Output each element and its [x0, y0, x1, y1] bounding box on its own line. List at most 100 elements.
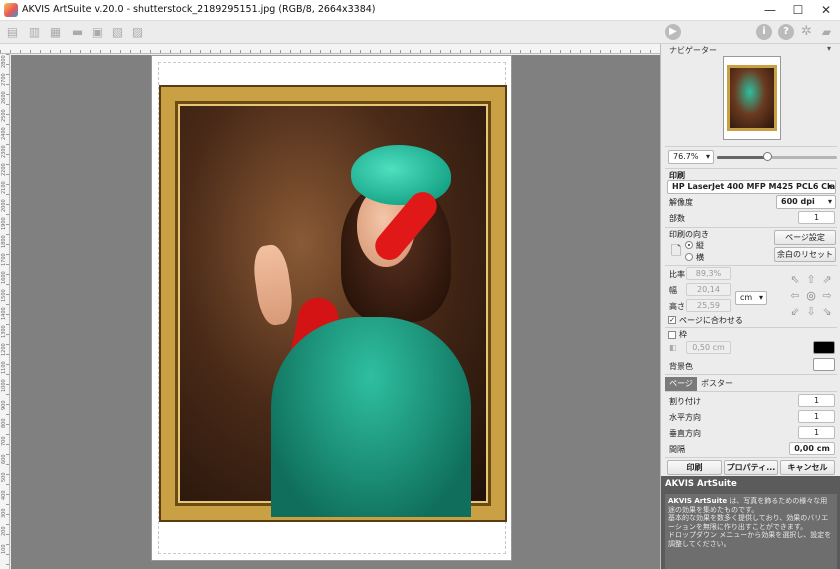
ruler-tick-label: 1300	[1, 325, 7, 338]
properties-button[interactable]: プロパティ...	[724, 460, 778, 475]
ruler-tick-label: 2000	[1, 199, 7, 212]
scale-label: 比率	[669, 270, 685, 279]
landscape-label: 横	[696, 253, 704, 262]
scale-input[interactable]: 89,3%	[686, 267, 731, 280]
align-left-icon[interactable]: ⇦	[789, 290, 801, 302]
landscape-radio[interactable]	[685, 253, 693, 261]
horizontal-input[interactable]: 1	[798, 410, 835, 423]
frame-label: 枠	[679, 330, 687, 339]
minimize-button[interactable]: —	[756, 0, 784, 21]
page-icon: 🗋	[671, 244, 682, 259]
pages-label: 割り付け	[669, 397, 701, 406]
printer-select[interactable]: HP LaserJet 400 MFP M425 PCL6 Class Driv…	[667, 180, 836, 194]
navigator-thumbnail[interactable]	[723, 56, 781, 140]
ruler-tick-label: 2300	[1, 145, 7, 158]
ruler-tick-label: 2400	[1, 127, 7, 140]
ruler-tick-label: 1100	[1, 361, 7, 374]
vertical-ruler: 2800 2700 2600 2500 2400 2300 2200 2100 2000 1900…	[0, 54, 10, 569]
horizontal-ruler	[0, 44, 660, 54]
align-bottom-left-icon[interactable]: ⇙	[789, 306, 801, 318]
ruler-tick-label: 2700	[1, 73, 7, 86]
info-title: AKVIS ArtSuite	[665, 479, 737, 489]
align-right-icon[interactable]: ⇨	[821, 290, 833, 302]
height-input[interactable]: 25,59	[686, 299, 731, 312]
vertical-input[interactable]: 1	[798, 426, 835, 439]
run-icon[interactable]: ▶	[665, 24, 681, 40]
ruler-tick-label: 200	[1, 526, 7, 536]
divider	[665, 327, 837, 328]
align-bottom-right-icon[interactable]: ⇘	[821, 306, 833, 318]
maximize-button[interactable]: ☐	[784, 0, 812, 21]
resolution-select[interactable]: 600 dpi	[776, 195, 836, 209]
ruler-tick-label: 1800	[1, 235, 7, 248]
background-color-label: 背景色	[669, 362, 693, 371]
width-label: 幅	[669, 286, 677, 295]
ruler-tick-label: 700	[1, 436, 7, 446]
align-bottom-icon[interactable]: ⇩	[805, 306, 817, 318]
export-icon[interactable]: ▦	[48, 25, 63, 39]
info-icon[interactable]: i	[756, 24, 772, 40]
ruler-tick-label: 1900	[1, 217, 7, 230]
info-panel: AKVIS ArtSuite AKVIS ArtSuite は、写真を飾るための…	[661, 476, 840, 569]
fit-page-checkbox[interactable]: ✓	[668, 316, 676, 324]
width-input[interactable]: 20,14	[686, 283, 731, 296]
divider	[665, 227, 837, 228]
gap-input[interactable]: 0,00 cm	[789, 442, 835, 455]
photo-hat	[351, 145, 451, 205]
print-icon[interactable]: ▬	[70, 25, 85, 39]
divider	[665, 457, 837, 458]
save-icon[interactable]: ▥	[27, 25, 42, 39]
help-icon[interactable]: ?	[778, 24, 794, 40]
ruler-tick-label: 400	[1, 490, 7, 500]
divider	[665, 391, 837, 392]
akvis-app-icon	[4, 3, 18, 17]
open-icon[interactable]: ▤	[5, 25, 20, 39]
info-body: AKVIS ArtSuite は、写真を飾るための様々な用途の効果を集めたもので…	[665, 494, 837, 569]
title-bar: AKVIS ArtSuite v.20.0 - shutterstock_218…	[0, 0, 840, 21]
frame-checkbox[interactable]	[668, 331, 676, 339]
info-line3: ドロップダウン メニューから効果を選択し、設定を調整してください。	[668, 531, 832, 548]
print-page	[151, 55, 512, 561]
ruler-tick-label: 900	[1, 400, 7, 410]
align-center-icon[interactable]: ◎	[805, 290, 817, 302]
tab-page[interactable]: ページ	[665, 377, 697, 391]
background-color-swatch[interactable]	[813, 358, 835, 371]
zoom-slider-fill	[717, 156, 768, 159]
reset-margins-button[interactable]: 余白のリセット	[774, 247, 836, 262]
align-top-left-icon[interactable]: ⇖	[789, 274, 801, 286]
zoom-slider-handle[interactable]	[763, 152, 773, 161]
batch-icon[interactable]: ▣	[90, 25, 105, 39]
portrait-radio[interactable]	[685, 241, 693, 249]
align-top-right-icon[interactable]: ⇗	[821, 274, 833, 286]
divider	[665, 146, 837, 147]
unit-select[interactable]: cm	[735, 291, 767, 305]
ruler-tick-label: 1400	[1, 307, 7, 320]
preview-icon[interactable]: ▧	[110, 25, 125, 39]
copies-label: 部数	[669, 214, 685, 223]
ruler-tick-label: 1500	[1, 289, 7, 302]
ruler-tick-label: 1200	[1, 343, 7, 356]
frame-color-swatch[interactable]	[813, 341, 835, 354]
navigator-image	[727, 65, 777, 131]
ruler-tick-label: 500	[1, 472, 7, 482]
notification-icon[interactable]: ▰	[819, 25, 834, 39]
cancel-button[interactable]: キャンセル	[780, 460, 835, 475]
frame-width-input[interactable]: 0,50 cm	[686, 341, 731, 354]
page-setup-button[interactable]: ページ設定	[774, 230, 836, 245]
tab-poster[interactable]: ポスター	[699, 377, 735, 391]
portrait-label: 縦	[696, 241, 704, 250]
frame-width-icon: ◧	[669, 343, 677, 352]
pages-input[interactable]: 1	[798, 394, 835, 407]
settings-icon[interactable]: ✲	[799, 25, 814, 39]
photo-preview	[161, 87, 505, 520]
align-top-icon[interactable]: ⇧	[805, 274, 817, 286]
ruler-tick-label: 800	[1, 418, 7, 428]
collapse-icon[interactable]: ▾	[827, 44, 831, 53]
zoom-select[interactable]: 76.7%	[668, 150, 714, 164]
image-canvas[interactable]	[11, 55, 660, 569]
settings-panel: ナビゲーター ▾ 76.7% 印刷 HP LaserJet 400 MFP M4…	[660, 44, 840, 569]
share-icon[interactable]: ▨	[130, 25, 145, 39]
print-button[interactable]: 印刷	[667, 460, 722, 475]
copies-input[interactable]: 1	[798, 211, 835, 224]
close-button[interactable]: ✕	[812, 0, 840, 21]
